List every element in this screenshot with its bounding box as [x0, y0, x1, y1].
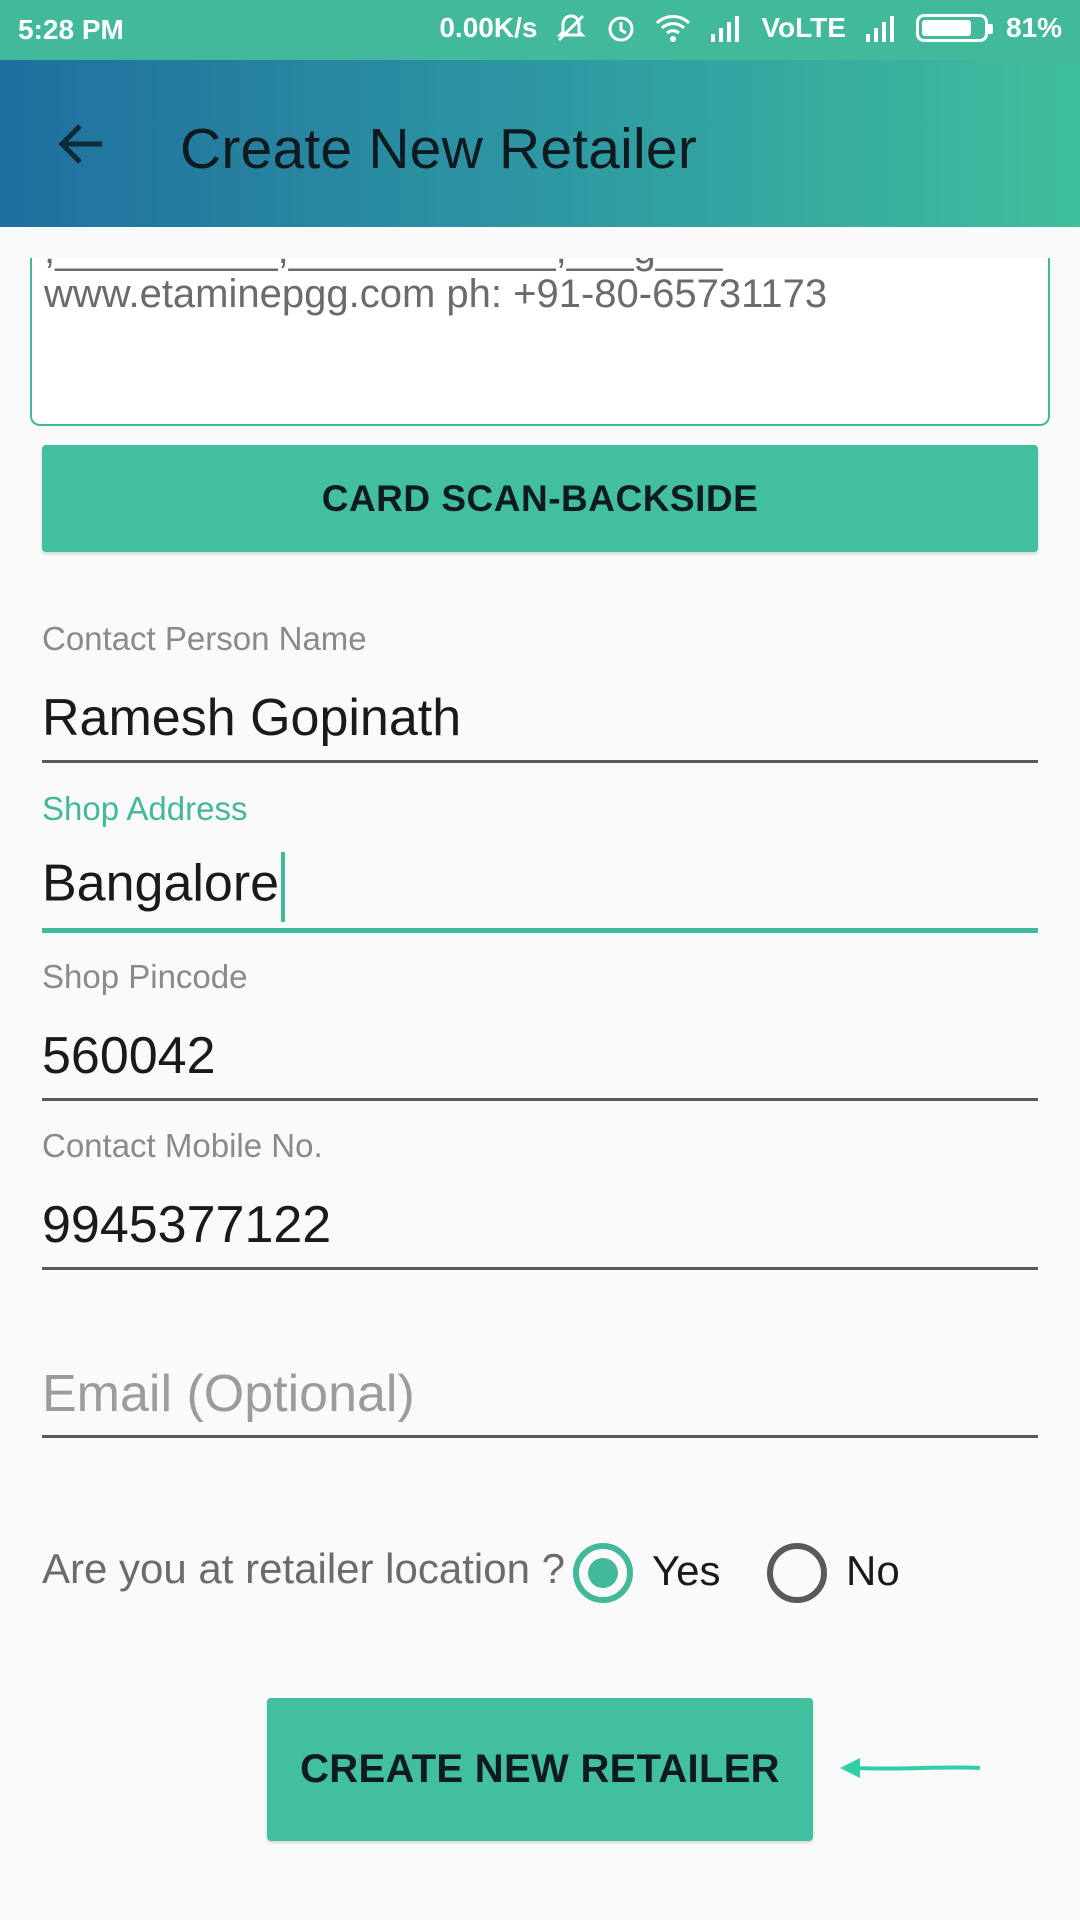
screen: 5:28 PM 0.00K/s VoLTE 81% Create New Ret… — [0, 0, 1080, 1920]
contact-mobile-underline — [42, 1267, 1038, 1270]
arrow-back-icon[interactable] — [52, 114, 112, 174]
battery-fill — [921, 20, 971, 36]
status-bar: 5:28 PM 0.00K/s VoLTE 81% — [0, 0, 1080, 60]
shop-pincode-label: Shop Pincode — [42, 958, 248, 995]
contact-mobile-value: 9945377122 — [42, 1196, 332, 1254]
shop-address-input: Bangalore — [42, 852, 286, 922]
status-icons: 0.00K/s VoLTE 81% — [439, 12, 1062, 44]
card-text-area[interactable]: ,__________,____________,___g___ www.eta… — [30, 258, 1050, 426]
card-scan-backside-button[interactable]: CARD SCAN-BACKSIDE — [42, 445, 1038, 552]
text-caret — [281, 852, 286, 922]
network-speed: 0.00K/s — [439, 12, 538, 43]
shop-address-value: Bangalore — [42, 854, 280, 913]
mute-icon — [555, 12, 587, 44]
battery-icon — [915, 14, 993, 42]
shop-pincode-underline — [42, 1098, 1038, 1101]
email-field[interactable]: Email (Optional) — [42, 1360, 1038, 1440]
radio-yes-label[interactable]: Yes — [652, 1547, 721, 1595]
status-time: 5:28 PM — [18, 14, 124, 45]
shop-address-underline — [42, 928, 1038, 933]
create-retailer-button[interactable]: CREATE NEW RETAILER — [267, 1698, 813, 1841]
shop-pincode-value: 560042 — [42, 1027, 216, 1085]
arrow-left-icon — [840, 1758, 981, 1778]
card-text-line: www.etaminepgg.com ph: +91-80-65731173 — [44, 272, 828, 316]
signal-icon — [709, 14, 743, 42]
email-underline — [42, 1435, 1038, 1438]
battery-percent: 81% — [1005, 12, 1062, 43]
network-type: VoLTE — [761, 12, 846, 43]
contact-mobile-field[interactable]: Contact Mobile No. 9945377122 — [42, 1127, 1038, 1272]
location-question: Are you at retailer location ? — [42, 1545, 565, 1592]
contact-mobile-label: Contact Mobile No. — [42, 1127, 323, 1164]
signal-icon — [864, 14, 898, 42]
radio-yes[interactable] — [573, 1543, 633, 1603]
contact-person-underline — [42, 760, 1038, 763]
alarm-icon — [605, 12, 637, 44]
contact-person-label: Contact Person Name — [42, 620, 367, 657]
wifi-icon — [655, 13, 691, 43]
shop-pincode-field[interactable]: Shop Pincode 560042 — [42, 958, 1038, 1103]
card-text-cut-line: ,__________,____________,___g___ — [44, 258, 722, 273]
radio-no[interactable] — [767, 1543, 827, 1603]
contact-person-value: Ramesh Gopinath — [42, 689, 462, 747]
radio-no-label[interactable]: No — [846, 1547, 900, 1595]
contact-person-field[interactable]: Contact Person Name Ramesh Gopinath — [42, 620, 1038, 765]
page-title: Create New Retailer — [180, 117, 697, 181]
shop-address-label: Shop Address — [42, 790, 248, 827]
email-placeholder: Email (Optional) — [42, 1365, 415, 1423]
app-bar: Create New Retailer — [0, 60, 1080, 227]
shop-address-field[interactable]: Shop Address Bangalore — [42, 790, 1038, 935]
